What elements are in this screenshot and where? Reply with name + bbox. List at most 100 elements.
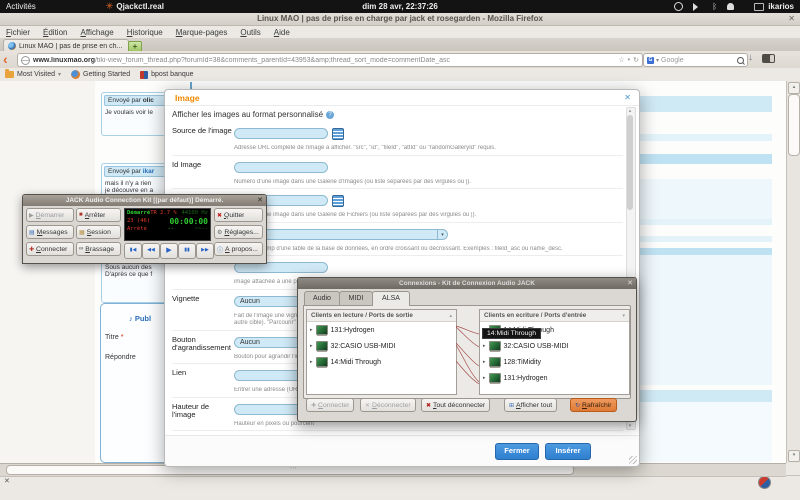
brassage-button[interactable]: ∞ Brassage	[76, 242, 121, 256]
dialog-scroll-thumb[interactable]	[627, 115, 633, 210]
menu-outils[interactable]: Outils	[240, 28, 260, 37]
client-item[interactable]: ▸ 131:Hydrogen	[307, 322, 456, 338]
vertical-scroll-thumb[interactable]	[788, 94, 800, 156]
connections-titlebar[interactable]: Connexions - Kit de Connexion Audio JACK	[298, 278, 636, 289]
url-bar[interactable]: www.linuxmao.org/tiki-view_forum_thread.…	[17, 53, 643, 67]
menu-edition[interactable]: Édition	[43, 28, 67, 37]
tout-deconnecter-button[interactable]: ✖ Tout déconnecter	[421, 398, 491, 412]
dialog-header[interactable]: Image ✕	[165, 90, 639, 106]
browse-icon[interactable]	[332, 127, 344, 140]
bookmark-label: bpost banque	[151, 71, 194, 78]
qjackctl-titlebar[interactable]: JACK Audio Connection Kit [(par défaut)]…	[23, 195, 266, 206]
transport-backward-button[interactable]: ◀◀	[142, 243, 160, 259]
fermer-button[interactable]: Fermer	[495, 443, 539, 460]
tooltip: 14:Midi Through	[482, 328, 541, 339]
bookmark-getting-started[interactable]: Getting Started	[71, 70, 130, 79]
search-engine-dropdown-icon[interactable]: ▾	[656, 57, 659, 64]
field-row-id-image: Id Image Numéro d'une image dans une Gal…	[172, 154, 623, 189]
system-topbar: Activités ✳ Qjackctl.real dim 28 avr, 22…	[0, 0, 800, 13]
dialog-heading: Afficher les images au format personnali…	[172, 106, 623, 122]
search-icon[interactable]	[737, 56, 744, 64]
browse-icon[interactable]	[332, 194, 344, 207]
qjackctl-close-icon[interactable]: ✕	[257, 195, 263, 206]
publish-link[interactable]: ♪ Publ	[129, 314, 151, 323]
connecter-button[interactable]: ✚ Connecter	[26, 242, 74, 256]
transport-forward-button[interactable]: ▶▶	[196, 243, 214, 259]
user-menu[interactable]: ikarios	[754, 2, 794, 11]
writable-clients-header[interactable]: Clients en ecriture / Ports d'entrée ▾	[480, 310, 629, 322]
scroll-down-icon[interactable]: ▾	[788, 450, 800, 462]
site-identity-icon[interactable]	[21, 55, 30, 65]
bookmark-bpost[interactable]: bpost banque	[140, 70, 194, 79]
status-close-icon[interactable]: ✕	[4, 477, 10, 485]
window-close-icon[interactable]: ✕	[788, 13, 795, 25]
search-bar[interactable]: G ▾ Google	[643, 53, 748, 67]
status-orb-icon[interactable]	[758, 476, 771, 489]
webcam-icon[interactable]	[727, 3, 734, 10]
expander-icon[interactable]: ▸	[310, 343, 313, 349]
client-icon	[488, 373, 501, 383]
vertical-scrollbar[interactable]: ▴ ▾	[786, 81, 800, 463]
folder-icon	[5, 69, 14, 78]
apropos-button[interactable]: ⓘ À propos...	[214, 242, 263, 256]
bookmark-most-visited[interactable]: Most Visited ▾	[5, 69, 61, 78]
menu-affichage[interactable]: Affichage	[80, 28, 113, 37]
post-author[interactable]: ikar	[143, 168, 155, 175]
help-icon[interactable]: ?	[326, 110, 335, 119]
expander-icon[interactable]: ▸	[483, 359, 486, 365]
arreter-button[interactable]: ■ Arrêter	[76, 208, 121, 222]
scroll-up-icon[interactable]: ▴	[788, 82, 800, 94]
client-item[interactable]: ▸ 32:CASIO USB-MIDI	[480, 338, 629, 354]
menu-marque-pages[interactable]: Marque-pages	[176, 28, 228, 37]
inserer-button[interactable]: Insérer	[545, 443, 591, 460]
rafraichir-button[interactable]: ↻ Rafraîchir	[570, 398, 617, 412]
dialog-close-icon[interactable]: ✕	[624, 93, 631, 102]
demarrer-button[interactable]: ▶ Démarrer	[26, 208, 74, 222]
id-image-input[interactable]	[234, 161, 328, 173]
readable-clients-header[interactable]: Clients en lecture / Ports de sortie ▴	[307, 310, 456, 322]
resize-handle[interactable]	[629, 456, 637, 464]
tab-audio[interactable]: Audio	[304, 291, 340, 305]
expander-icon[interactable]: ▸	[310, 359, 313, 365]
connecter-button[interactable]: ✚ Connecter	[306, 398, 355, 412]
quitter-button[interactable]: ✖ Quitter	[214, 208, 263, 222]
tab-alsa[interactable]: ALSA	[372, 291, 410, 306]
star-dropdown-icon[interactable]: ▾	[628, 57, 631, 63]
transport-rewind-button[interactable]: ▮◀	[124, 243, 142, 259]
messages-button[interactable]: ▤ Messages	[26, 225, 74, 239]
menu-aide[interactable]: Aide	[274, 28, 290, 37]
post-author[interactable]: olic	[143, 97, 154, 104]
back-button[interactable]: ‹	[3, 51, 8, 67]
username: ikarios	[768, 2, 794, 11]
client-item[interactable]: ▸ 32:CASIO USB-MIDI	[307, 338, 456, 354]
sidebar-toggle-icon[interactable]	[762, 54, 775, 63]
client-item[interactable]: ▸ 131:Hydrogen	[480, 370, 629, 386]
window-titlebar[interactable]: Linux MAO | pas de prise en charge par j…	[0, 13, 800, 26]
session-button[interactable]: ▦ Session	[76, 225, 121, 239]
menu-fichier[interactable]: Fichier	[6, 28, 30, 37]
deconnecter-button[interactable]: ✕ Déconnecter	[360, 398, 416, 412]
scroll-down-icon[interactable]: ▾	[627, 423, 633, 429]
client-item[interactable]: ▸ 128:TiMidity	[480, 354, 629, 370]
downloads-icon[interactable]: ↓	[748, 52, 753, 63]
reglages-button[interactable]: ⚙ Réglages...	[214, 225, 263, 239]
menu-historique[interactable]: Historique	[127, 28, 163, 37]
expander-icon[interactable]: ▸	[483, 375, 486, 381]
bookmark-star-icon[interactable]: ☆	[618, 56, 624, 64]
afficher-tout-button[interactable]: ⊞ Afficher tout	[504, 398, 558, 412]
tab-midi[interactable]: MIDI	[339, 291, 373, 305]
google-favicon: G	[647, 56, 654, 64]
jack-bbt: --	[167, 225, 175, 232]
bluetooth-icon[interactable]: ᛒ	[712, 2, 717, 11]
transport-pause-button[interactable]: ▮▮	[178, 243, 196, 259]
expander-icon[interactable]: ▸	[310, 327, 313, 333]
connections-close-icon[interactable]: ✕	[627, 278, 633, 289]
reload-icon[interactable]: ↻	[633, 56, 639, 64]
scroll-up-icon[interactable]: ▴	[627, 108, 633, 114]
client-item[interactable]: ▸ 14:Midi Through	[307, 354, 456, 370]
source-input[interactable]	[234, 128, 328, 140]
expander-icon[interactable]: ▸	[483, 343, 486, 349]
transport-play-button[interactable]: ▶	[160, 243, 178, 259]
accessibility-icon[interactable]	[674, 2, 684, 11]
volume-icon[interactable]	[693, 3, 703, 11]
